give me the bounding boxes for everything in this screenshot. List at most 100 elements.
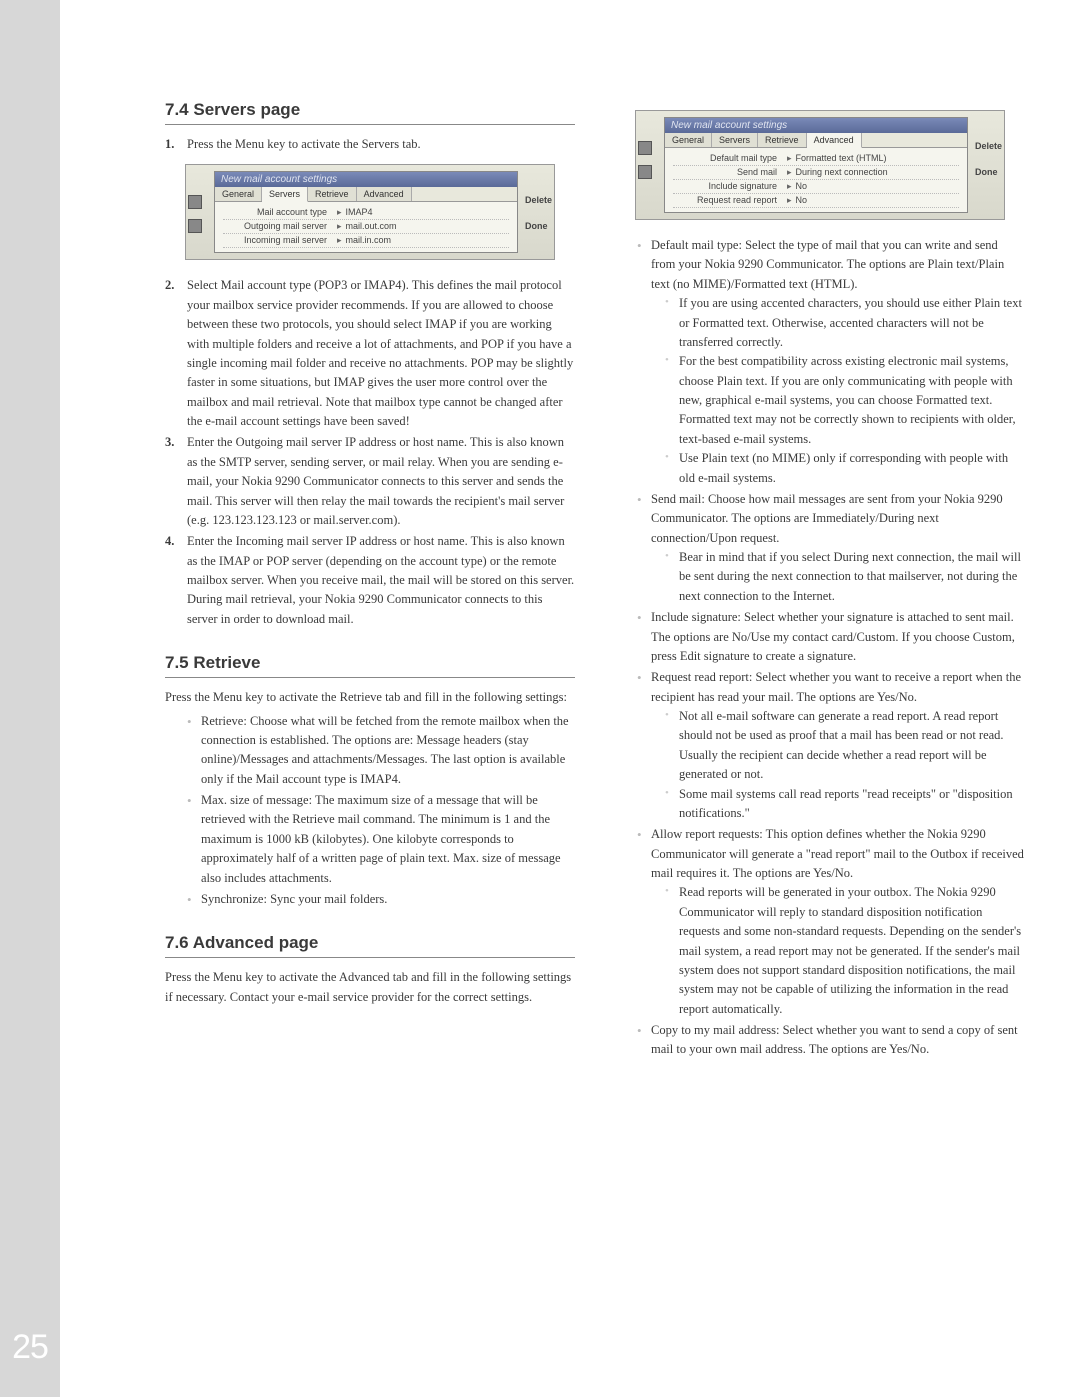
step-num: 3. — [165, 433, 174, 452]
sub-bullet: Some mail systems call read reports "rea… — [665, 785, 1025, 824]
bullet: Allow report requests: This option defin… — [637, 825, 1025, 1019]
row-value: During next connection — [796, 167, 888, 178]
row-label: Request read report — [673, 195, 783, 206]
bullet-text: Allow report requests: This option defin… — [651, 827, 1024, 880]
arrow-icon: ▸ — [783, 181, 796, 192]
retrieve-bullets: Retrieve: Choose what will be fetched fr… — [165, 712, 575, 910]
sub-bullet: Not all e-mail software can generate a r… — [665, 707, 1025, 785]
bullet: Send mail: Choose how mail messages are … — [637, 490, 1025, 606]
shot-btn-delete: Delete — [525, 195, 552, 205]
tab-servers: Servers — [262, 187, 308, 202]
tab-advanced: Advanced — [357, 187, 412, 201]
shot-left-icons — [188, 195, 206, 233]
sub-bullets: Bear in mind that if you select During n… — [651, 548, 1025, 606]
heading-7-6: 7.6 Advanced page — [165, 933, 575, 958]
row-value: No — [796, 181, 808, 192]
bullet-text: Request read report: Select whether you … — [651, 670, 1021, 703]
arrow-icon: ▸ — [333, 235, 346, 246]
tab-retrieve: Retrieve — [308, 187, 357, 201]
shot-row: Request read report▸No — [673, 194, 959, 208]
shot-window: New mail account settings General Server… — [214, 171, 518, 253]
left-column: 7.4 Servers page 1. Press the Menu key to… — [165, 100, 575, 1062]
step-num: 2. — [165, 276, 174, 295]
shot-tabs: General Servers Retrieve Advanced — [215, 187, 517, 202]
tab-general: General — [665, 133, 712, 147]
shot-btn-done: Done — [975, 167, 1002, 177]
shot-body: Mail account type▸IMAP4 Outgoing mail se… — [215, 202, 517, 252]
icon — [188, 219, 202, 233]
bullet: Default mail type: Select the type of ma… — [637, 236, 1025, 488]
shot-titlebar: New mail account settings — [665, 118, 967, 133]
heading-7-4: 7.4 Servers page — [165, 100, 575, 125]
step-num: 1. — [165, 135, 174, 154]
arrow-icon: ▸ — [333, 221, 346, 232]
shot-row: Default mail type▸Formatted text (HTML) — [673, 152, 959, 166]
shot-window: New mail account settings General Server… — [664, 117, 968, 213]
icon — [638, 141, 652, 155]
step-2: 2. Select Mail account type (POP3 or IMAP… — [165, 276, 575, 431]
servers-steps-cont: 2. Select Mail account type (POP3 or IMAP… — [165, 276, 575, 629]
page-number: 25 — [0, 1328, 60, 1367]
shot-btn-delete: Delete — [975, 141, 1002, 151]
tab-general: General — [215, 187, 262, 201]
row-label: Include signature — [673, 181, 783, 192]
row-label: Incoming mail server — [223, 235, 333, 246]
bullet: Max. size of message: The maximum size o… — [187, 791, 575, 888]
icon — [188, 195, 202, 209]
row-value: No — [796, 195, 808, 206]
arrow-icon: ▸ — [783, 153, 796, 164]
bullet: Request read report: Select whether you … — [637, 668, 1025, 823]
sub-bullet: If you are using accented characters, yo… — [665, 294, 1025, 352]
right-column: Delete Done New mail account settings Ge… — [615, 100, 1025, 1062]
heading-7-5: 7.5 Retrieve — [165, 653, 575, 678]
arrow-icon: ▸ — [333, 207, 346, 218]
screenshot-servers-tab: Delete Done New mail account settings Ge… — [185, 164, 555, 260]
shot-tabs: General Servers Retrieve Advanced — [665, 133, 967, 148]
retrieve-intro: Press the Menu key to activate the Retri… — [165, 688, 575, 707]
step-text: Enter the Incoming mail server IP addres… — [187, 534, 574, 626]
left-margin-band: 25 — [0, 0, 60, 1397]
sub-bullet: Read reports will be generated in your o… — [665, 883, 1025, 1019]
bullet-text: Send mail: Choose how mail messages are … — [651, 492, 1003, 545]
shot-row: Mail account type▸IMAP4 — [223, 206, 509, 220]
arrow-icon: ▸ — [783, 167, 796, 178]
shot-right-buttons: Delete Done — [975, 141, 1002, 177]
shot-body: Default mail type▸Formatted text (HTML) … — [665, 148, 967, 212]
icon — [638, 165, 652, 179]
sub-bullets: Not all e-mail software can generate a r… — [651, 707, 1025, 823]
row-label: Mail account type — [223, 207, 333, 218]
sub-bullet: Use Plain text (no MIME) only if corresp… — [665, 449, 1025, 488]
step-text: Press the Menu key to activate the Serve… — [187, 137, 421, 151]
row-label: Outgoing mail server — [223, 221, 333, 232]
step-3: 3.Enter the Outgoing mail server IP addr… — [165, 433, 575, 530]
row-label: Send mail — [673, 167, 783, 178]
step-1: 1. Press the Menu key to activate the Ser… — [165, 135, 575, 154]
shot-row: Outgoing mail server▸mail.out.com — [223, 220, 509, 234]
step-num: 4. — [165, 532, 174, 551]
sub-bullets: Read reports will be generated in your o… — [651, 883, 1025, 1019]
bullet: Retrieve: Choose what will be fetched fr… — [187, 712, 575, 790]
tab-retrieve: Retrieve — [758, 133, 807, 147]
row-value: mail.out.com — [346, 221, 397, 232]
shot-row: Include signature▸No — [673, 180, 959, 194]
bullet: Copy to my mail address: Select whether … — [637, 1021, 1025, 1060]
row-value: mail.in.com — [346, 235, 392, 246]
sub-bullet: Bear in mind that if you select During n… — [665, 548, 1025, 606]
shot-row: Send mail▸During next connection — [673, 166, 959, 180]
sub-bullets: If you are using accented characters, yo… — [651, 294, 1025, 488]
shot-row: Incoming mail server▸mail.in.com — [223, 234, 509, 248]
step-4: 4. Enter the Incoming mail server IP addr… — [165, 532, 575, 629]
sub-bullet: For the best compatibility across existi… — [665, 352, 1025, 449]
shot-titlebar: New mail account settings — [215, 172, 517, 187]
advanced-bullets: Default mail type: Select the type of ma… — [615, 236, 1025, 1060]
arrow-icon: ▸ — [783, 195, 796, 206]
row-label: Default mail type — [673, 153, 783, 164]
bullet: Include signature: Select whether your s… — [637, 608, 1025, 666]
page-content: 7.4 Servers page 1. Press the Menu key to… — [165, 100, 1025, 1062]
advanced-intro: Press the Menu key to activate the Advan… — [165, 968, 575, 1007]
step-text: Select Mail account type (POP3 or IMAP4)… — [187, 278, 573, 428]
shot-right-buttons: Delete Done — [525, 195, 552, 231]
bullet: Synchronize: Sync your mail folders. — [187, 890, 575, 909]
screenshot-advanced-tab: Delete Done New mail account settings Ge… — [635, 110, 1005, 220]
shot-btn-done: Done — [525, 221, 552, 231]
